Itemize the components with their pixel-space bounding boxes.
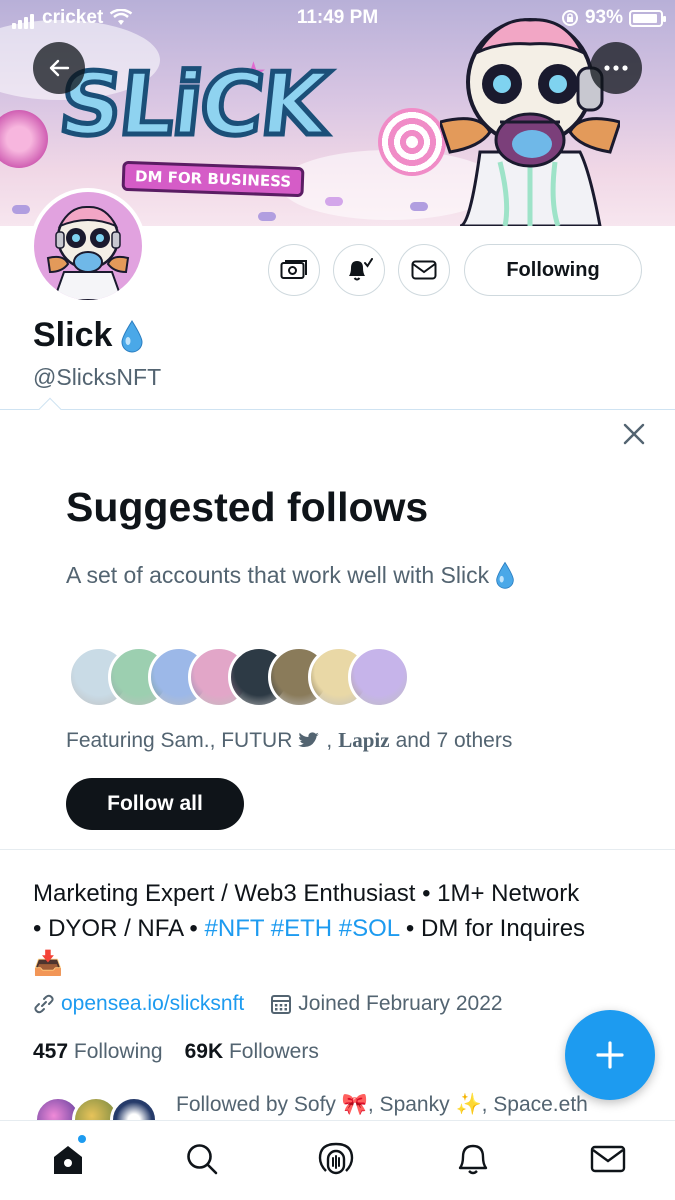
bottom-tab-bar <box>0 1120 675 1200</box>
suggested-subtitle-text: A set of accounts that work well with Sl… <box>66 561 490 588</box>
featuring-prefix: Featuring Sam., FUTUR <box>66 728 293 752</box>
tab-messages[interactable] <box>588 1139 628 1179</box>
following-button[interactable]: Following <box>464 244 642 296</box>
bio-hashtags[interactable]: #NFT #ETH #SOL <box>205 915 400 942</box>
water-drop-icon <box>496 561 514 589</box>
microphone-spaces-icon <box>318 1142 354 1175</box>
status-bar: cricket 11:49 PM 93% <box>0 0 675 36</box>
followers-count: 69K <box>184 1040 224 1063</box>
skull-character-illustration <box>440 18 620 226</box>
battery-icon <box>629 9 666 27</box>
follow-all-button[interactable]: Follow all <box>66 778 244 830</box>
display-name: Slick <box>33 316 144 355</box>
search-icon <box>187 1144 218 1175</box>
slick-logo: ★ SLiCK DM FOR BUSINESS <box>52 53 360 198</box>
back-button[interactable] <box>33 42 85 94</box>
lollipop-icon <box>378 108 446 176</box>
tab-home[interactable] <box>48 1135 88 1179</box>
featuring-suffix: and 7 others <box>395 728 513 752</box>
bell-icon <box>458 1144 488 1175</box>
arrow-left-icon <box>49 59 70 77</box>
bio-line-2: • DYOR / NFA • #NFT #ETH #SOL • DM for I… <box>33 911 643 946</box>
envelope-icon <box>411 260 437 280</box>
suggested-account-avatar <box>348 646 410 708</box>
profile-website-link[interactable]: opensea.io/slicksnft <box>61 992 244 1016</box>
money-icon <box>280 260 307 279</box>
suggested-follows-subtitle: A set of accounts that work well with Sl… <box>66 560 515 590</box>
user-handle: @SlicksNFT <box>33 364 162 390</box>
followed-by-text[interactable]: Followed by Sofy 🎀, Spanky ✨, Space.eth <box>176 1093 588 1117</box>
profile-meta: opensea.io/slicksnft Joined February 202… <box>33 992 503 1016</box>
suggested-avatars[interactable] <box>68 646 428 708</box>
bio-line-1: Marketing Expert / Web3 Enthusiast • 1M+… <box>33 880 580 907</box>
more-options-button[interactable] <box>590 42 642 94</box>
battery-percent: 93% <box>584 7 623 28</box>
envelope-icon <box>590 1145 626 1173</box>
more-dots-icon <box>604 65 628 71</box>
water-drop-icon <box>121 319 143 352</box>
featuring-text: Featuring Sam., FUTUR , Lapiz and 7 othe… <box>66 728 513 752</box>
message-button[interactable] <box>398 244 450 296</box>
compose-tweet-button[interactable] <box>565 1010 655 1100</box>
sprinkle <box>325 197 343 206</box>
profile-bio: Marketing Expert / Web3 Enthusiast • 1M+… <box>33 876 643 981</box>
following-label: Following <box>73 1040 163 1063</box>
tab-spaces[interactable] <box>316 1139 356 1179</box>
tip-jar-button[interactable] <box>268 244 320 296</box>
logo-tagline: DM FOR BUSINESS <box>121 160 305 198</box>
tab-notifications[interactable] <box>453 1139 493 1179</box>
following-stat[interactable]: 457 Following <box>33 1040 163 1064</box>
orientation-lock-icon <box>561 10 578 26</box>
followers-label: Followers <box>228 1040 319 1063</box>
sprinkle <box>258 212 276 221</box>
card-divider <box>0 409 675 410</box>
card-divider <box>0 849 675 850</box>
lollipop-icon <box>0 110 48 168</box>
card-pointer <box>38 397 62 421</box>
profile-avatar[interactable] <box>30 188 146 304</box>
followers-stat[interactable]: 69K Followers <box>185 1040 319 1064</box>
bio-line-2-end: • DM for Inquires <box>399 915 586 942</box>
follow-stats: 457 Following 69K Followers <box>33 1040 319 1064</box>
plus-icon <box>596 1041 624 1069</box>
joined-date: Joined February 2022 <box>298 992 503 1015</box>
link-icon <box>34 994 54 1014</box>
close-icon[interactable] <box>620 420 648 448</box>
following-count: 457 <box>33 1040 69 1063</box>
home-icon <box>54 1146 82 1174</box>
featuring-lapiz: Lapiz <box>338 728 390 752</box>
tab-search[interactable] <box>182 1139 222 1179</box>
display-name-text: Slick <box>33 316 113 354</box>
suggested-follows-title: Suggested follows <box>66 484 429 530</box>
bio-line-2-start: • DYOR / NFA • <box>33 915 205 942</box>
sprinkle <box>410 202 428 211</box>
sprinkle <box>12 205 30 214</box>
logo-text: SLiCK <box>52 53 333 158</box>
avatar-skull-illustration <box>46 205 130 300</box>
notifications-subscribe-button[interactable] <box>333 244 385 296</box>
new-content-dot <box>78 1135 86 1143</box>
inbox-tray-icon: 📥 <box>33 950 63 977</box>
calendar-icon <box>271 995 292 1014</box>
bell-check-icon <box>349 258 373 281</box>
twitter-bird-icon <box>298 731 320 747</box>
